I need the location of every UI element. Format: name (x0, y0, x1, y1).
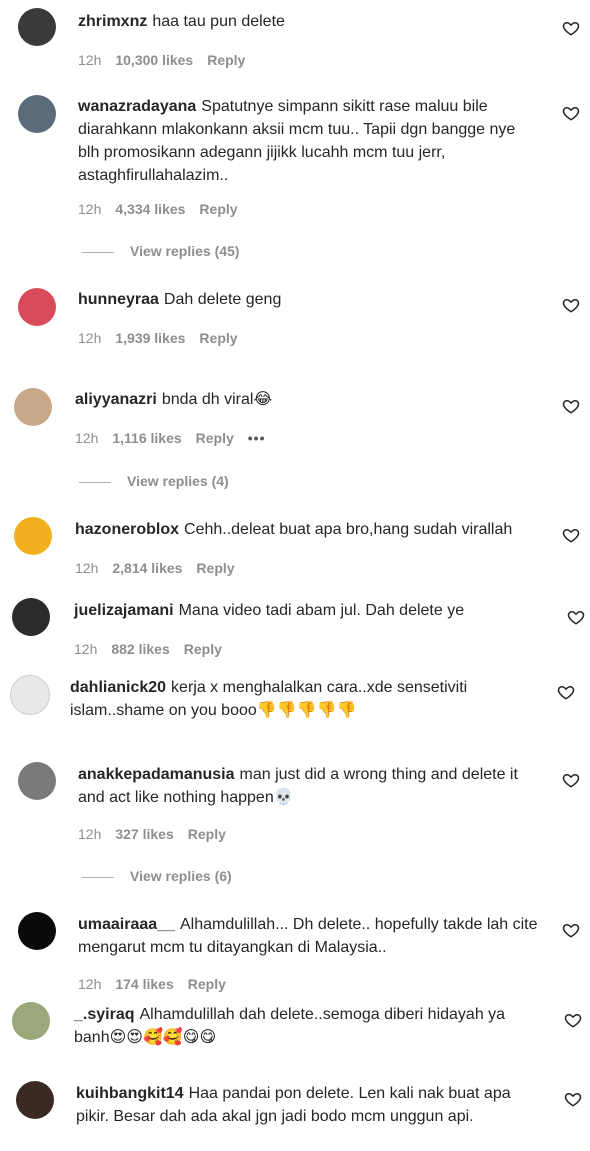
comment-meta: 12h 327 likes Reply (78, 826, 240, 842)
likes-count[interactable]: 327 likes (115, 826, 173, 842)
timestamp: 12h (75, 560, 99, 576)
username[interactable]: hunneyraa (78, 291, 159, 308)
heart-icon[interactable] (557, 683, 577, 703)
likes-count[interactable]: 882 likes (111, 641, 169, 657)
avatar[interactable] (12, 1002, 50, 1040)
comment-body: Alhamdulillah dah delete..semoga diberi … (74, 1006, 506, 1046)
comment-text: hazoneroblox Cehh..deleat buat apa bro,ha… (75, 518, 535, 541)
comment-text: wanazradayana Spatutnye simpann sikitt ra… (78, 95, 538, 187)
heart-icon[interactable] (562, 104, 582, 124)
username[interactable]: dahlianick20 (70, 679, 166, 696)
username[interactable]: juelizajamani (74, 602, 174, 619)
timestamp: 12h (78, 201, 102, 217)
timestamp: 12h (74, 641, 98, 657)
username[interactable]: zhrimxnz (78, 13, 147, 30)
comment-meta: 12h 1,939 likes Reply (78, 330, 252, 346)
heart-icon[interactable] (562, 296, 582, 316)
timestamp: 12h (75, 430, 99, 446)
heart-icon[interactable] (564, 1011, 584, 1031)
view-replies-button[interactable]: View replies (45) (82, 243, 239, 259)
heart-icon[interactable] (562, 397, 582, 417)
avatar[interactable] (18, 288, 56, 326)
avatar[interactable] (14, 388, 52, 426)
username[interactable]: hazoneroblox (75, 521, 179, 538)
reply-button[interactable]: Reply (199, 330, 237, 346)
comment-text: _.syiraq Alhamdulillah dah delete..semoga… (74, 1003, 534, 1049)
divider (79, 481, 111, 483)
heart-icon[interactable] (562, 921, 582, 941)
comment-meta: 12h 882 likes Reply (74, 641, 236, 657)
avatar[interactable] (16, 1081, 54, 1119)
likes-count[interactable]: 174 likes (115, 976, 173, 992)
divider (82, 876, 114, 878)
comment-text: juelizajamani Mana video tadi abam jul. D… (74, 599, 534, 622)
reply-button[interactable]: Reply (184, 641, 222, 657)
heart-icon[interactable] (564, 1090, 584, 1110)
timestamp: 12h (78, 330, 102, 346)
heart-icon[interactable] (567, 608, 587, 628)
avatar[interactable] (18, 762, 56, 800)
likes-count[interactable]: 1,116 likes (112, 430, 181, 446)
avatar[interactable] (18, 8, 56, 46)
comment-meta-clipped (76, 1145, 226, 1151)
comment-meta: 12h 4,334 likes Reply (78, 201, 252, 217)
avatar[interactable] (18, 912, 56, 950)
comment-text: kuihbangkit14 Haa pandai pon delete. Len … (76, 1082, 536, 1128)
comment-meta: 12h 174 likes Reply (78, 976, 240, 992)
username[interactable]: _.syiraq (74, 1006, 134, 1023)
reply-button[interactable]: Reply (207, 52, 245, 68)
comment-text: zhrimxnz haa tau pun delete (78, 10, 538, 33)
timestamp: 12h (78, 826, 102, 842)
avatar[interactable] (14, 517, 52, 555)
heart-icon[interactable] (562, 19, 582, 39)
comment-text: aliyyanazri bnda dh viral😂 (75, 388, 535, 411)
reply-button[interactable]: Reply (196, 560, 234, 576)
avatar[interactable] (10, 675, 50, 715)
reply-button[interactable]: Reply (196, 430, 234, 446)
comment-body: haa tau pun delete (152, 13, 285, 30)
timestamp: 12h (78, 976, 102, 992)
comment-text: anakkepadamanusia man just did a wrong th… (78, 763, 538, 809)
comment-text: dahlianick20 kerja x menghalalkan cara..x… (70, 676, 540, 722)
likes-count[interactable]: 4,334 likes (115, 201, 185, 217)
reply-button[interactable]: Reply (188, 976, 226, 992)
likes-count[interactable]: 10,300 likes (115, 52, 193, 68)
likes-count[interactable]: 1,939 likes (115, 330, 185, 346)
comment-meta: 12h 1,116 likes Reply ••• (75, 430, 280, 446)
likes-count[interactable]: 2,814 likes (112, 560, 182, 576)
comment-body: bnda dh viral😂 (161, 391, 273, 408)
username[interactable]: aliyyanazri (75, 391, 157, 408)
username[interactable]: umaairaaa__ (78, 916, 175, 933)
username[interactable]: anakkepadamanusia (78, 766, 235, 783)
heart-icon[interactable] (562, 526, 582, 546)
more-options-icon[interactable]: ••• (248, 430, 266, 446)
view-replies-button[interactable]: View replies (4) (79, 473, 229, 489)
timestamp: 12h (78, 52, 102, 68)
username[interactable]: kuihbangkit14 (76, 1085, 184, 1102)
avatar[interactable] (12, 598, 50, 636)
comment-body: Mana video tadi abam jul. Dah delete ye (178, 602, 465, 619)
comment-meta-clipped (72, 740, 272, 746)
reply-button[interactable]: Reply (188, 826, 226, 842)
comment-body: Cehh..deleat buat apa bro,hang sudah vir… (184, 521, 513, 538)
divider (82, 251, 114, 253)
username[interactable]: wanazradayana (78, 98, 196, 115)
comment-text: hunneyraa Dah delete geng (78, 288, 538, 311)
comment-meta: 12h 2,814 likes Reply (75, 560, 249, 576)
comment-meta: 12h 10,300 likes Reply (78, 52, 259, 68)
heart-icon[interactable] (562, 771, 582, 791)
comment-text: umaairaaa__ Alhamdulillah... Dh delete.. … (78, 913, 538, 959)
view-replies-button[interactable]: View replies (6) (82, 868, 232, 884)
avatar[interactable] (18, 95, 56, 133)
comment-body: Dah delete geng (163, 291, 282, 308)
reply-button[interactable]: Reply (199, 201, 237, 217)
